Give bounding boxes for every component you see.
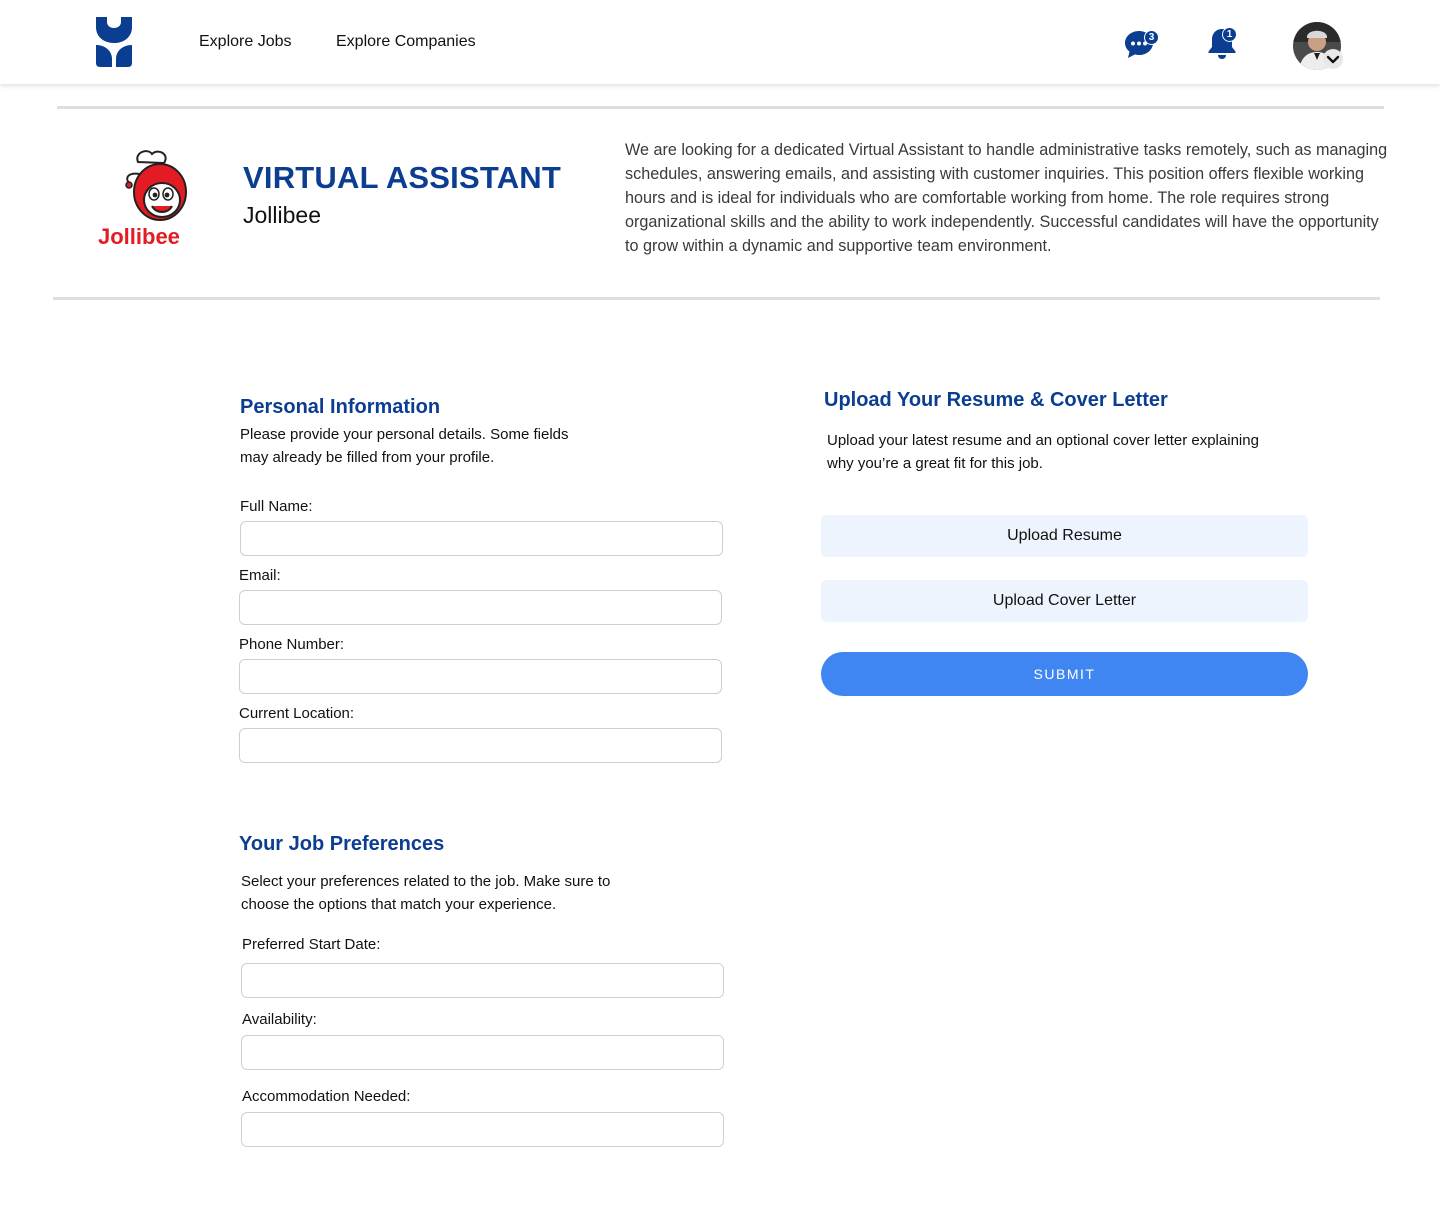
notifications-button[interactable]: 1 [1206, 26, 1242, 62]
job-title: VIRTUAL ASSISTANT [243, 160, 562, 195]
top-navigation-bar: Explore Jobs Explore Companies 3 1 [0, 0, 1440, 84]
nav-explore-jobs[interactable]: Explore Jobs [199, 33, 292, 51]
chevron-down-icon[interactable] [1323, 49, 1343, 69]
divider [57, 106, 1384, 109]
company-name[interactable]: Jollibee [243, 202, 321, 229]
full-name-label: Full Name: [240, 498, 313, 515]
preferred-start-date-label: Preferred Start Date: [242, 936, 381, 953]
phone-number-input[interactable] [239, 659, 722, 694]
current-location-label: Current Location: [239, 705, 355, 722]
current-location-input[interactable] [239, 728, 722, 763]
company-logo-wordmark: Jollibee [98, 224, 180, 248]
submit-button[interactable]: SUBMIT [821, 652, 1308, 696]
divider [53, 297, 1380, 300]
job-preferences-description: Select your preferences related to the j… [241, 873, 611, 913]
messages-button[interactable]: 3 [1123, 28, 1161, 60]
preferred-start-date-input[interactable] [241, 963, 724, 998]
personal-information-title: Personal Information [240, 396, 441, 418]
job-description: We are looking for a dedicated Virtual A… [625, 141, 1388, 255]
nav-explore-companies[interactable]: Explore Companies [336, 33, 476, 51]
company-logo: Jollibee [98, 150, 187, 248]
email-label: Email: [239, 567, 281, 584]
personal-information-description: Please provide your personal details. So… [240, 426, 569, 466]
upload-title: Upload Your Resume & Cover Letter [824, 389, 1168, 411]
availability-input[interactable] [241, 1035, 724, 1070]
full-name-input[interactable] [240, 521, 723, 556]
notifications-count-badge: 1 [1222, 27, 1237, 42]
availability-label: Availability: [242, 1011, 317, 1028]
accommodation-needed-input[interactable] [241, 1112, 724, 1147]
site-logo-icon[interactable] [94, 17, 134, 67]
upload-resume-button[interactable]: Upload Resume [821, 515, 1308, 557]
upload-cover-letter-button[interactable]: Upload Cover Letter [821, 580, 1308, 622]
email-input[interactable] [239, 590, 722, 625]
job-preferences-title: Your Job Preferences [239, 833, 445, 855]
accommodation-needed-label: Accommodation Needed: [242, 1088, 411, 1105]
messages-count-badge: 3 [1144, 30, 1159, 45]
user-menu[interactable] [1293, 22, 1343, 70]
phone-number-label: Phone Number: [239, 636, 345, 653]
upload-description: Upload your latest resume and an optiona… [827, 432, 1259, 472]
